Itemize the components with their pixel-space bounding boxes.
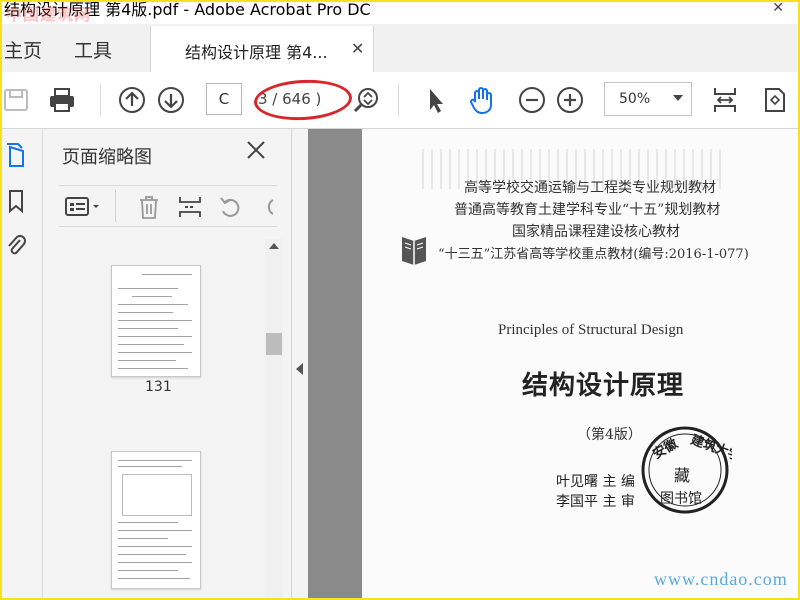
- thumbnail-options-icon[interactable]: [65, 196, 103, 222]
- series-line-1: 高等学校交通运输与工程类专业规划教材: [464, 180, 716, 196]
- svg-text:图书馆: 图书馆: [660, 491, 702, 507]
- chevron-down-icon: [673, 95, 683, 101]
- scrollbar-thumb[interactable]: [266, 333, 282, 355]
- edition: （第4版）: [577, 427, 642, 443]
- panel-collapse-handle[interactable]: [291, 129, 308, 600]
- series-line-2: 普通高等教育土建学科专业“十五”规划教材: [454, 202, 721, 218]
- series-line-3: 国家精品课程建设核心教材: [512, 224, 680, 240]
- page-thumbnails-icon[interactable]: [2, 141, 30, 169]
- page-number-input[interactable]: C: [206, 83, 242, 115]
- bookmark-icon[interactable]: [2, 187, 30, 215]
- zoom-out-icon[interactable]: [516, 84, 548, 116]
- svg-text:藏: 藏: [674, 466, 690, 485]
- book-logo-icon: [402, 237, 426, 265]
- zoom-value: 50%: [619, 91, 651, 107]
- left-rail: [0, 129, 43, 600]
- zoom-marquee-icon[interactable]: [350, 84, 382, 116]
- watermark-overlay: 中国建筑网: [6, 5, 92, 24]
- site-watermark: www.cndao.com: [654, 569, 788, 589]
- trash-icon[interactable]: [137, 194, 161, 224]
- print-icon[interactable]: [46, 84, 78, 116]
- previous-page-icon[interactable]: [116, 84, 148, 116]
- panel-separator: [115, 190, 116, 222]
- zoom-level-select[interactable]: 50%: [604, 82, 692, 116]
- thumbnail-scrollbar[interactable]: [265, 239, 283, 600]
- author-chief-editor: 叶见曙 主 编: [556, 474, 635, 490]
- save-icon[interactable]: [0, 84, 32, 116]
- series-line-4: “十三五”江苏省高等学校重点教材(编号:2016-1-077): [438, 247, 749, 262]
- next-page-icon[interactable]: [155, 84, 187, 116]
- document-background: [308, 129, 362, 600]
- thumbnails-panel: 页面缩略图 131: [43, 129, 291, 600]
- title-bar: 结构设计原理 第4版.pdf - Adobe Acrobat Pro DC 中国…: [0, 0, 800, 24]
- tab-document[interactable]: 结构设计原理 第4... ✕: [150, 26, 374, 73]
- page-thumbnail[interactable]: [111, 265, 201, 377]
- tab-tools[interactable]: 工具: [74, 36, 112, 63]
- panel-title: 页面缩略图: [62, 147, 152, 168]
- tab-bar: 主页 工具 结构设计原理 第4... ✕: [0, 24, 800, 73]
- rotate-left-icon[interactable]: [217, 194, 243, 224]
- select-arrow-icon[interactable]: [418, 84, 450, 116]
- zoom-in-icon[interactable]: [554, 84, 586, 116]
- tab-document-label: 结构设计原理 第4...: [185, 43, 328, 62]
- toolbar-separator: [100, 84, 101, 116]
- author-chief-reviewer: 李国平 主 审: [556, 494, 635, 510]
- document-page: 高等学校交通运输与工程类专业规划教材 普通高等教育土建学科专业“十五”规划教材 …: [362, 129, 800, 600]
- scroll-up-icon[interactable]: [269, 243, 279, 249]
- thumbnail-page-number: 131: [145, 379, 172, 395]
- rotate-right-icon[interactable]: [257, 194, 277, 224]
- collapse-arrow-icon: [296, 363, 303, 375]
- tab-home[interactable]: 主页: [4, 36, 42, 63]
- page-thumbnail[interactable]: [111, 451, 201, 589]
- english-title: Principles of Structural Design: [498, 322, 684, 338]
- tab-close-button[interactable]: ✕: [351, 39, 364, 58]
- attachment-icon[interactable]: [2, 231, 30, 259]
- thumbnail-list: 131: [59, 239, 265, 600]
- toolbar-separator: [398, 84, 399, 116]
- fit-page-icon[interactable]: [709, 84, 741, 116]
- full-screen-icon[interactable]: [759, 84, 791, 116]
- hand-tool-icon[interactable]: [466, 84, 498, 116]
- close-icon[interactable]: [245, 139, 267, 161]
- window-close-button[interactable]: ✕: [772, 0, 784, 16]
- document-title: 结构设计原理: [522, 371, 685, 401]
- library-stamp: 安徽 建筑大学 藏 图书馆: [641, 426, 732, 514]
- insert-page-icon[interactable]: [177, 194, 203, 224]
- panel-toolbar: [59, 185, 277, 227]
